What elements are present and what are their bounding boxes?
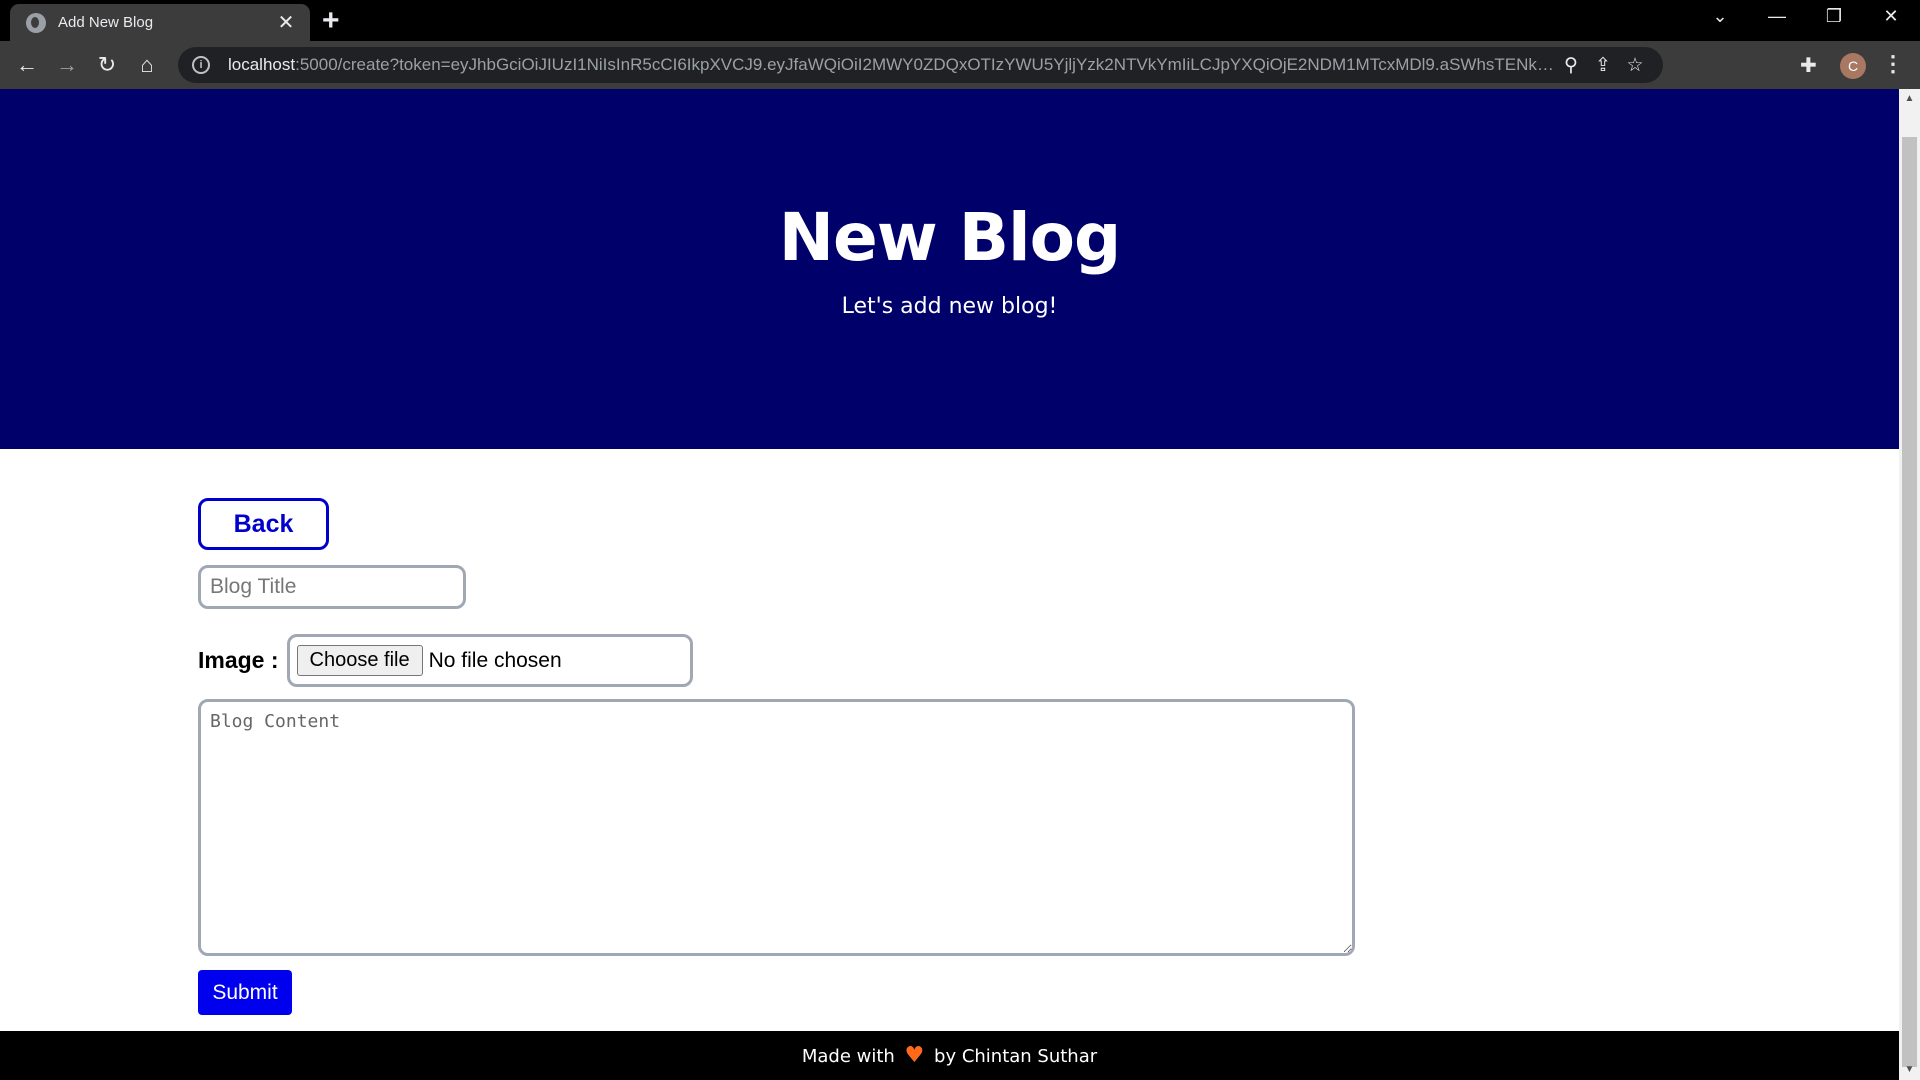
tab-title: Add New Blog — [58, 14, 154, 31]
heart-icon: ♥ — [904, 1043, 925, 1068]
browser-toolbar: ← → ↻ ⌂ i localhost:5000/create?token=ey… — [0, 41, 1920, 89]
hero-banner: New Blog Let's add new blog! — [0, 89, 1899, 449]
address-bar[interactable]: i localhost:5000/create?token=eyJhbGciOi… — [178, 47, 1663, 83]
restore-icon[interactable]: ❐ — [1814, 6, 1854, 27]
menu-icon[interactable]: ⋮ — [1882, 51, 1904, 77]
scroll-up-icon[interactable]: ▲ — [1899, 93, 1920, 104]
choose-file-button[interactable]: Choose file — [296, 645, 423, 676]
zoom-icon[interactable]: ⚲ — [1555, 54, 1587, 77]
image-row: Image : Choose file No file chosen — [198, 634, 1358, 687]
footer: Made with ♥ by Chintan Suthar — [0, 1031, 1899, 1080]
url-host: localhost — [228, 55, 296, 74]
scroll-thumb[interactable] — [1902, 137, 1917, 1067]
file-status: No file chosen — [428, 648, 562, 672]
submit-button[interactable]: Submit — [198, 970, 292, 1015]
page-title: New Blog — [778, 199, 1121, 276]
back-button[interactable]: Back — [198, 498, 329, 550]
back-icon[interactable]: ← — [11, 49, 43, 81]
footer-made-with: Made with — [801, 1046, 895, 1067]
new-blog-form: Back Image : Choose file No file chosen … — [198, 498, 1358, 1015]
vertical-scrollbar[interactable]: ▲ ▼ — [1899, 89, 1920, 1080]
extensions-icon[interactable]: ✚ — [1800, 53, 1817, 78]
forward-icon[interactable]: → — [51, 49, 83, 81]
globe-icon — [26, 12, 46, 33]
page: New Blog Let's add new blog! Back Image … — [0, 89, 1899, 1080]
home-icon[interactable]: ⌂ — [131, 49, 163, 81]
page-viewport: New Blog Let's add new blog! Back Image … — [0, 89, 1920, 1080]
image-label: Image : — [198, 647, 279, 673]
tab-search-icon[interactable]: ⌄ — [1700, 6, 1740, 27]
bookmark-star-icon[interactable]: ☆ — [1619, 54, 1651, 77]
blog-title-input[interactable] — [198, 565, 466, 609]
window-close-icon[interactable]: ✕ — [1871, 6, 1911, 27]
image-file-input[interactable]: Choose file No file chosen — [286, 634, 693, 687]
info-icon[interactable]: i — [192, 56, 210, 74]
url-path: :5000/create?token=eyJhbGciOiJIUzI1NiIsI… — [295, 55, 1555, 74]
url-text[interactable]: localhost:5000/create?token=eyJhbGciOiJI… — [228, 55, 1555, 75]
footer-author: by Chintan Suthar — [934, 1046, 1098, 1067]
blog-content-textarea[interactable] — [198, 699, 1355, 956]
tab-active[interactable]: Add New Blog ✕ — [10, 4, 310, 41]
scroll-down-icon[interactable]: ▼ — [1899, 1064, 1920, 1075]
tab-strip: Add New Blog ✕ + ⌄ — ❐ ✕ — [0, 0, 1920, 41]
share-icon[interactable]: ⇪ — [1587, 54, 1619, 77]
minimize-icon[interactable]: — — [1757, 6, 1797, 27]
new-tab-button[interactable]: + — [322, 6, 340, 36]
page-subtitle: Let's add new blog! — [841, 294, 1058, 319]
reload-icon[interactable]: ↻ — [91, 49, 123, 81]
profile-avatar[interactable]: C — [1840, 53, 1866, 79]
close-tab-icon[interactable]: ✕ — [274, 13, 298, 33]
